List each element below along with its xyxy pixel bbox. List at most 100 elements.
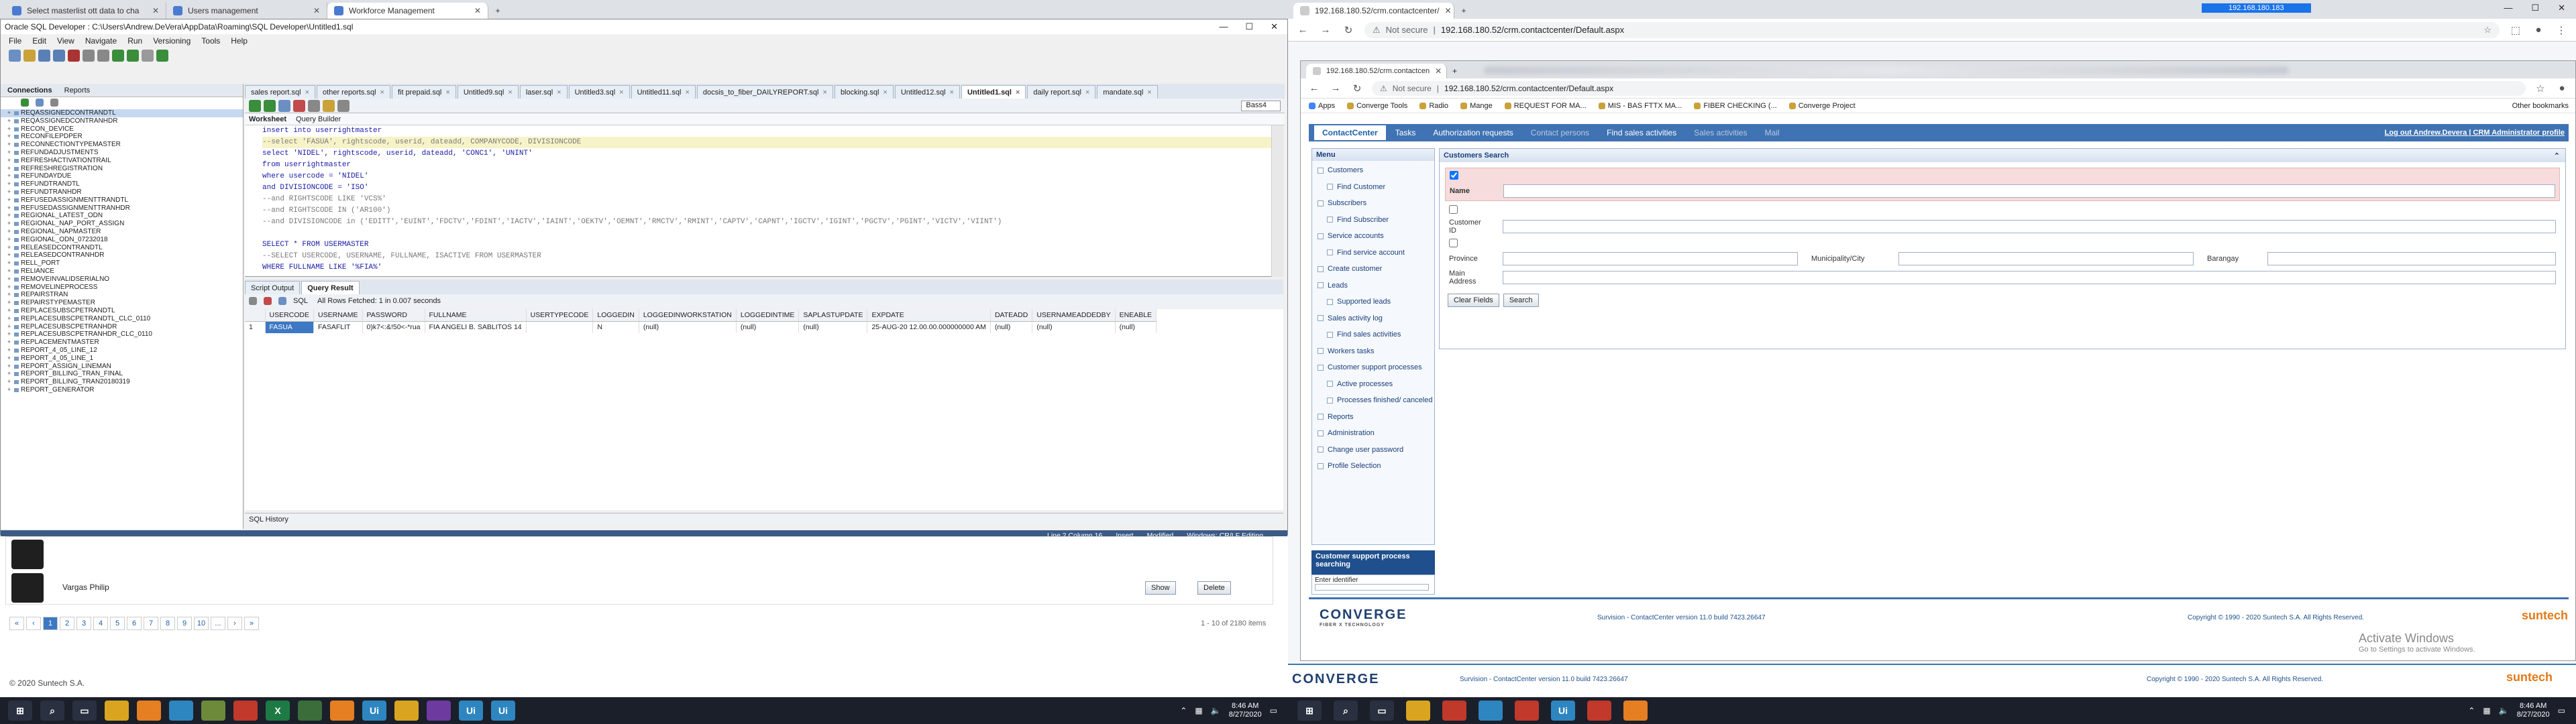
- table-cell[interactable]: N: [592, 321, 639, 333]
- table-cell[interactable]: 1: [245, 321, 266, 333]
- inner-forward-icon[interactable]: →: [1329, 82, 1342, 94]
- bookmark-item[interactable]: FIBER CHECKING (...: [1694, 102, 1777, 110]
- refresh-icon[interactable]: [36, 99, 44, 107]
- tree-item[interactable]: RELL_PORT: [1, 259, 243, 267]
- left-clock[interactable]: 8:46 AM 8/27/2020: [1229, 702, 1262, 719]
- url-field[interactable]: ⚠ Not secure | 192.168.180.52/crm.contac…: [1364, 21, 2500, 38]
- profile-icon[interactable]: ●: [2532, 24, 2545, 36]
- crm-tab[interactable]: 192.168.180.52/crm.contactcenter/ ✕: [1293, 3, 1454, 19]
- crm-menu-item[interactable]: Change user password: [1318, 442, 1429, 459]
- reload-icon[interactable]: ↻: [1342, 24, 1355, 36]
- tree-item[interactable]: RELEASEDCONTRANDTL: [1, 244, 243, 252]
- table-cell[interactable]: (null): [1032, 321, 1116, 333]
- column-header[interactable]: SAPLASTUPDATE: [798, 309, 868, 322]
- tree-item[interactable]: REFRESHACTIVATIONTRAIL: [1, 157, 243, 165]
- table-cell[interactable]: (null): [639, 321, 737, 333]
- menu-item[interactable]: Tools: [201, 36, 220, 46]
- menu-item[interactable]: Edit: [32, 36, 46, 46]
- bookmark-item[interactable]: Converge Project: [1788, 102, 1856, 110]
- clear-icon[interactable]: [337, 99, 350, 112]
- notification-icon[interactable]: ▭: [1270, 706, 1277, 715]
- column-header[interactable]: LOGGEDIN: [592, 309, 639, 322]
- file-tab[interactable]: Untitled12.sql ×: [894, 85, 960, 99]
- file-tab[interactable]: daily report.sql ×: [1027, 85, 1096, 99]
- menu-item[interactable]: Navigate: [85, 36, 117, 46]
- connection-select[interactable]: Bass4: [1241, 100, 1281, 111]
- r-tray-chevron-icon[interactable]: ⌃: [2468, 706, 2475, 715]
- forward-arrow-icon[interactable]: →: [1319, 24, 1332, 36]
- connections-tab[interactable]: Connections: [7, 86, 52, 95]
- left-browser-tab[interactable]: Users management ✕: [166, 3, 327, 19]
- left-browser-tab[interactable]: Select masterlist ott data to cha ✕: [5, 3, 166, 19]
- tree-item[interactable]: REPAIRSTYPEMASTER: [1, 299, 243, 307]
- menu-item[interactable]: Run: [127, 36, 142, 46]
- r-minimize-icon[interactable]: —: [2504, 3, 2512, 13]
- chrome-icon[interactable]: [169, 701, 193, 721]
- autotrace-icon[interactable]: [323, 99, 335, 112]
- crm-tab[interactable]: Sales activities: [1686, 125, 1755, 140]
- close-file-icon[interactable]: ×: [380, 88, 384, 97]
- menu-item[interactable]: Help: [231, 36, 248, 46]
- menu-item[interactable]: View: [57, 36, 74, 46]
- address-checkbox[interactable]: [1449, 239, 1458, 247]
- file-tab[interactable]: sales report.sql ×: [245, 85, 316, 99]
- tree-item[interactable]: REQASSIGNEDCONTRANDTL: [1, 109, 243, 117]
- close-file-icon[interactable]: ×: [619, 88, 623, 97]
- maximize-icon[interactable]: ☐: [1245, 21, 1253, 32]
- folder-icon[interactable]: [394, 701, 419, 721]
- page-button[interactable]: 6: [127, 617, 142, 630]
- page-button[interactable]: 4: [93, 617, 108, 630]
- extensions-icon[interactable]: ⬚: [2509, 24, 2522, 36]
- table-cell[interactable]: 0)k7<:&!50<-*rua: [362, 321, 425, 333]
- close-file-icon[interactable]: ×: [508, 88, 512, 97]
- table-cell[interactable]: 25-AUG-20 12.00.00.000000000 AM: [867, 321, 991, 333]
- undo-icon[interactable]: [112, 50, 124, 62]
- new-tab-button[interactable]: +: [488, 3, 507, 19]
- rollback-icon[interactable]: [293, 99, 305, 112]
- column-header[interactable]: LOGGEDINTIME: [736, 309, 800, 322]
- tree-item[interactable]: REPORT_BILLING_TRAN_FINAL: [1, 370, 243, 378]
- tree-item[interactable]: RELIANCE: [1, 267, 243, 276]
- r-ui-icon[interactable]: Ui: [1551, 701, 1575, 721]
- crm-menu-item[interactable]: Active processes: [1318, 376, 1429, 393]
- name-input[interactable]: [1503, 184, 2555, 198]
- crm-tab[interactable]: ContactCenter: [1314, 125, 1386, 140]
- menu-item[interactable]: File: [9, 36, 21, 46]
- r-firefox-icon[interactable]: [1623, 701, 1648, 721]
- table-cell[interactable]: FASUA: [265, 321, 315, 333]
- tree-item[interactable]: REMOVEINVALIDSERIALNO: [1, 276, 243, 284]
- right-clock[interactable]: 8:46 AM 8/27/2020: [2517, 702, 2550, 719]
- crm-menu-item[interactable]: Supported leads: [1318, 294, 1429, 310]
- crm-tab[interactable]: Contact persons: [1523, 125, 1597, 140]
- table-cell[interactable]: (null): [990, 321, 1033, 333]
- table-row[interactable]: 1 FASUA FASAFLIT 0)k7<:&!50<-*rua FIA ANGELI…: [245, 321, 1157, 333]
- redo-icon[interactable]: [127, 50, 139, 62]
- crm-tab[interactable]: Mail: [1757, 125, 1788, 140]
- tree-item[interactable]: REPORT_ASSIGN_LINEMAN: [1, 363, 243, 371]
- add-connection-icon[interactable]: [21, 99, 29, 107]
- file-tab[interactable]: blocking.sql ×: [834, 85, 894, 99]
- crm-menu-item[interactable]: Workers tasks: [1318, 343, 1429, 360]
- r-anydesk-icon[interactable]: [1515, 701, 1539, 721]
- tree-item[interactable]: REGIONAL_ODN_07232018: [1, 236, 243, 244]
- user-logout-link[interactable]: Log out Andrew.Devera | CRM Administrato…: [2385, 129, 2565, 137]
- run-icon[interactable]: [156, 50, 168, 62]
- refresh-result-icon[interactable]: [278, 297, 286, 305]
- tree-item[interactable]: REPORT_BILLING_TRAN20180319: [1, 378, 243, 386]
- menu-dots-icon[interactable]: ⋮: [2555, 24, 2568, 36]
- reports-tab[interactable]: Reports: [64, 86, 91, 95]
- filter-icon[interactable]: [50, 99, 58, 107]
- column-header[interactable]: USERCODE: [265, 309, 315, 322]
- prev-page-button[interactable]: ‹: [26, 617, 41, 630]
- page-button[interactable]: 3: [76, 617, 91, 630]
- page-button[interactable]: 1: [43, 617, 58, 630]
- close-file-icon[interactable]: ×: [1085, 88, 1089, 97]
- customer-id-checkbox[interactable]: [1449, 205, 1458, 214]
- file-tab[interactable]: other reports.sql ×: [317, 85, 390, 99]
- postman-icon[interactable]: [330, 701, 354, 721]
- onenote-icon[interactable]: [427, 701, 451, 721]
- close-file-icon[interactable]: ×: [1016, 88, 1020, 97]
- r-volume-icon[interactable]: 🔈: [2499, 706, 2509, 715]
- crm-menu-item[interactable]: Customer support processes: [1318, 359, 1429, 376]
- tree-item[interactable]: REGIONAL_NAPMASTER: [1, 228, 243, 236]
